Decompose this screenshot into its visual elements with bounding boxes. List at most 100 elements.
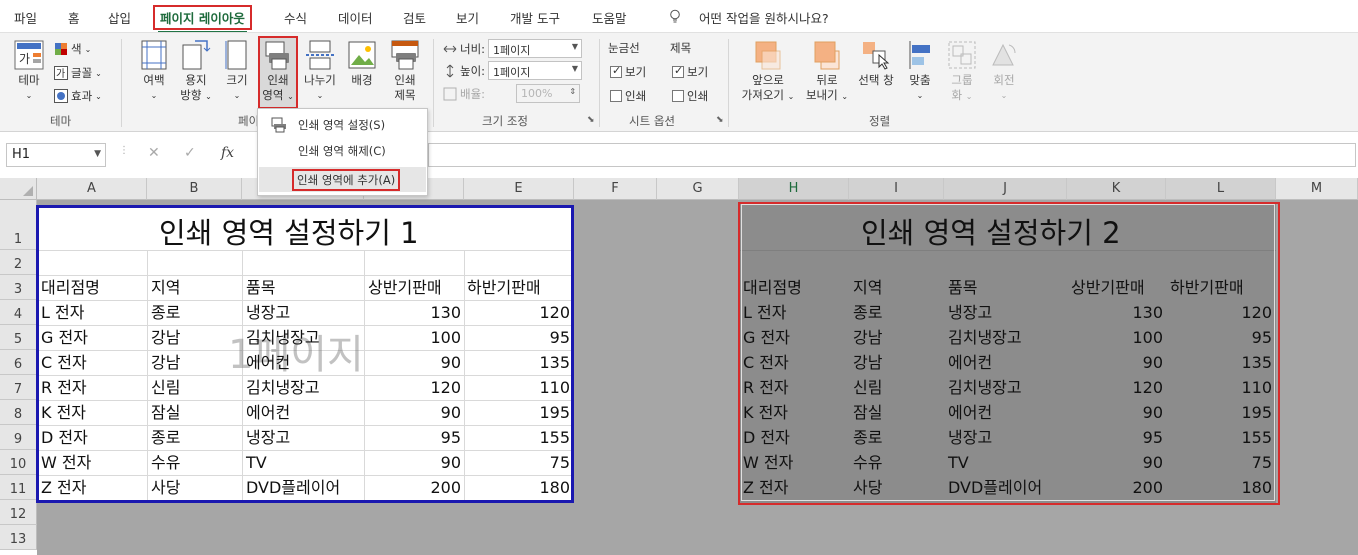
- table1-header-h2-sales[interactable]: 하반기판매: [467, 275, 573, 300]
- clear-print-area-item[interactable]: 인쇄 영역 해제(C): [259, 138, 426, 163]
- print-titles-button[interactable]: 인쇄 제목: [386, 39, 424, 103]
- margins-button[interactable]: 여백 ⌄: [134, 39, 174, 103]
- name-box[interactable]: H1 ▼: [6, 143, 106, 167]
- row-header-4[interactable]: 4: [0, 300, 37, 325]
- row-header-7[interactable]: 7: [0, 375, 37, 400]
- table2-cell[interactable]: 195: [1166, 400, 1272, 425]
- table2-cell[interactable]: C 전자: [743, 350, 789, 375]
- dialog-launcher-icon[interactable]: ⬊: [716, 115, 724, 125]
- table2-cell[interactable]: 김치냉장고: [948, 375, 1022, 400]
- table1-header-dealer[interactable]: 대리점명: [41, 275, 100, 300]
- row-header-6[interactable]: 6: [0, 350, 37, 375]
- table1-cell[interactable]: 종로: [151, 425, 180, 450]
- formula-input[interactable]: [428, 143, 1356, 167]
- table2-cell[interactable]: L 전자: [743, 300, 786, 325]
- column-header-i[interactable]: I: [849, 178, 944, 200]
- table2-cell[interactable]: 180: [1166, 475, 1272, 500]
- table1-cell[interactable]: 120: [464, 300, 570, 325]
- table2-cell[interactable]: 수유: [853, 450, 882, 475]
- row-header-9[interactable]: 9: [0, 425, 37, 450]
- table1-cell[interactable]: 195: [464, 400, 570, 425]
- dialog-launcher-icon[interactable]: ⬊: [587, 115, 595, 125]
- table1-cell[interactable]: R 전자: [41, 375, 87, 400]
- column-header-f[interactable]: F: [574, 178, 657, 200]
- table2-cell[interactable]: 95: [1067, 425, 1163, 450]
- column-header-j[interactable]: J: [944, 178, 1067, 200]
- add-to-print-area-item[interactable]: 인쇄 영역에 추가(A): [259, 167, 426, 192]
- table1-cell[interactable]: W 전자: [41, 450, 91, 475]
- column-header-h[interactable]: H: [739, 178, 849, 200]
- tell-me-search[interactable]: 어떤 작업을 원하시나요?: [699, 8, 829, 27]
- table2-cell[interactable]: 김치냉장고: [948, 325, 1022, 350]
- table2-cell[interactable]: 강남: [853, 325, 882, 350]
- column-header-a[interactable]: A: [37, 178, 147, 200]
- table2-cell[interactable]: 120: [1067, 375, 1163, 400]
- height-select[interactable]: 1페이지 ▼: [488, 61, 583, 80]
- table1-cell[interactable]: 냉장고: [246, 300, 290, 325]
- column-header-e[interactable]: E: [464, 178, 574, 200]
- table2-cell[interactable]: Z 전자: [743, 475, 789, 500]
- table2-cell[interactable]: 120: [1166, 300, 1272, 325]
- width-select[interactable]: 1페이지 ▼: [488, 39, 583, 58]
- table1-cell[interactable]: 수유: [151, 450, 180, 475]
- column-header-g[interactable]: G: [657, 178, 739, 200]
- table1-cell[interactable]: 120: [364, 375, 461, 400]
- table1-cell[interactable]: 155: [464, 425, 570, 450]
- table2-header-h1-sales[interactable]: 상반기판매: [1071, 275, 1167, 300]
- table1-cell[interactable]: 200: [364, 475, 461, 500]
- table1-cell[interactable]: 김치냉장고: [246, 325, 320, 350]
- table2-cell[interactable]: 종로: [853, 300, 882, 325]
- table2-cell[interactable]: 95: [1166, 325, 1272, 350]
- table1-cell[interactable]: 110: [464, 375, 570, 400]
- table2-cell[interactable]: 신림: [853, 375, 882, 400]
- row-header-8[interactable]: 8: [0, 400, 37, 425]
- row-header-5[interactable]: 5: [0, 325, 37, 350]
- table2-header-dealer[interactable]: 대리점명: [743, 275, 802, 300]
- background-button[interactable]: 배경: [344, 39, 380, 88]
- table2-cell[interactable]: 155: [1166, 425, 1272, 450]
- table1-cell[interactable]: 종로: [151, 300, 180, 325]
- table2-cell[interactable]: DVD플레이어: [948, 475, 1042, 500]
- table1-cell[interactable]: 잠실: [151, 400, 180, 425]
- headings-view-checkbox[interactable]: 보기: [672, 64, 708, 80]
- table2-cell[interactable]: 냉장고: [948, 300, 992, 325]
- table1-cell[interactable]: 90: [364, 450, 461, 475]
- row-header-2[interactable]: 2: [0, 250, 37, 275]
- table1-cell[interactable]: 130: [364, 300, 461, 325]
- table1-title[interactable]: 인쇄 영역 설정하기 1: [159, 210, 419, 252]
- table2-cell[interactable]: 강남: [853, 350, 882, 375]
- table2-header-item[interactable]: 품목: [948, 275, 977, 300]
- menu-page-layout[interactable]: 페이지 레이아웃: [153, 5, 252, 33]
- table2-cell[interactable]: 110: [1166, 375, 1272, 400]
- breaks-button[interactable]: 나누기 ⌄: [300, 39, 340, 103]
- table1-cell[interactable]: 사당: [151, 475, 180, 500]
- table1-header-h1-sales[interactable]: 상반기판매: [368, 275, 465, 300]
- table2-cell[interactable]: W 전자: [743, 450, 793, 475]
- table1-cell[interactable]: 강남: [151, 350, 180, 375]
- table1-cell[interactable]: G 전자: [41, 325, 88, 350]
- table2-cell[interactable]: 에어컨: [948, 400, 992, 425]
- table2-cell[interactable]: D 전자: [743, 425, 790, 450]
- menu-review[interactable]: 검토: [403, 8, 426, 27]
- select-all-corner[interactable]: [0, 178, 37, 200]
- table1-cell[interactable]: 100: [364, 325, 461, 350]
- theme-colors-button[interactable]: 색 ⌄: [54, 41, 91, 57]
- table2-cell[interactable]: 75: [1166, 450, 1272, 475]
- table1-cell[interactable]: 180: [464, 475, 570, 500]
- table1-cell[interactable]: 냉장고: [246, 425, 290, 450]
- table2-cell[interactable]: 90: [1067, 450, 1163, 475]
- theme-effects-button[interactable]: 효과 ⌄: [54, 88, 102, 104]
- table2-cell[interactable]: 130: [1067, 300, 1163, 325]
- set-print-area-item[interactable]: 인쇄 영역 설정(S): [259, 112, 426, 137]
- table1-cell[interactable]: 95: [364, 425, 461, 450]
- column-header-l[interactable]: L: [1166, 178, 1276, 200]
- table2-cell[interactable]: 90: [1067, 350, 1163, 375]
- row-header-12[interactable]: 12: [0, 500, 37, 525]
- menu-insert[interactable]: 삽입: [108, 8, 131, 27]
- print-area-button[interactable]: 인쇄 영역 ⌄: [258, 36, 298, 109]
- menu-home[interactable]: 홈: [68, 8, 80, 27]
- table2-header-h2-sales[interactable]: 하반기판매: [1170, 275, 1276, 300]
- menu-help[interactable]: 도움말: [592, 8, 627, 27]
- table1-cell[interactable]: 에어컨: [246, 350, 290, 375]
- table1-cell[interactable]: L 전자: [41, 300, 84, 325]
